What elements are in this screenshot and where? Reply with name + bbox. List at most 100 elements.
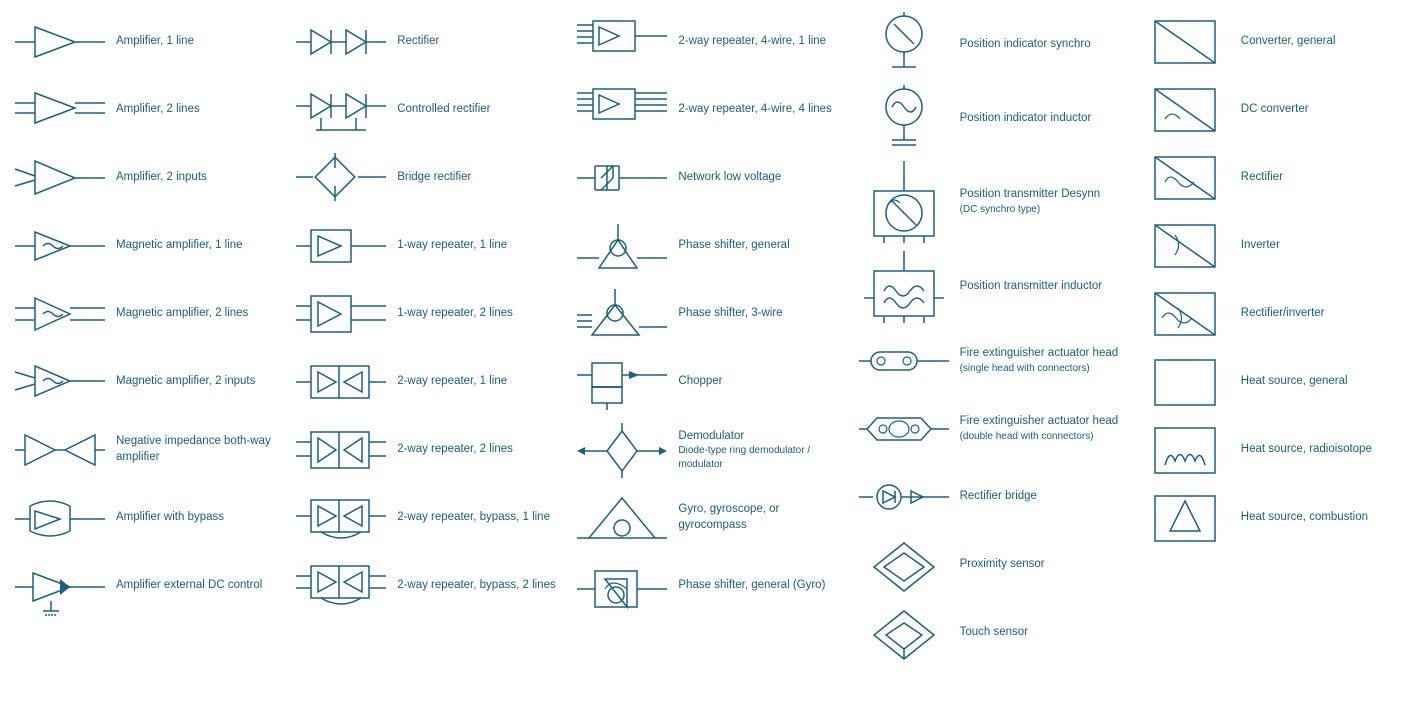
- symbol-fireexthead2: [854, 408, 954, 450]
- item-magamp1: Magnetic amplifier, 1 line: [4, 212, 285, 280]
- item-inverter: Inverter: [1129, 212, 1410, 280]
- symbol-rect5: [1135, 152, 1235, 204]
- label-gyro: Gyro, gyroscope, or gyrocompass: [672, 502, 841, 533]
- symbol-heatsourceradio: [1135, 423, 1235, 478]
- label-dcconverter: DC converter: [1235, 102, 1404, 118]
- item-oneway1line: 1-way repeater, 1 line: [285, 212, 566, 280]
- symbol-posinductor: [854, 85, 954, 153]
- item-amp2inputs: Amplifier, 2 inputs: [4, 144, 285, 212]
- label-twowaybypass1: 2-way repeater, bypass, 1 line: [391, 510, 560, 526]
- item-dcconverter: DC converter: [1129, 76, 1410, 144]
- symbol-contrectifier: [291, 86, 391, 134]
- item-magamp2lines: Magnetic amplifier, 2 lines: [4, 280, 285, 348]
- label-heatsourcegen: Heat source, general: [1235, 374, 1404, 390]
- label-phasegyro: Phase shifter, general (Gyro): [672, 578, 841, 594]
- symbol-postransdesynn: [854, 161, 954, 243]
- symbol-ampbypass: [10, 491, 110, 546]
- symbol-netlowvolt: [572, 152, 672, 204]
- label-rectinverter: Rectifier/inverter: [1235, 306, 1404, 322]
- label-twowaybypass2: 2-way repeater, bypass, 2 lines: [391, 578, 560, 594]
- item-bridgerect: Bridge rectifier: [285, 144, 566, 212]
- item-ampextdc: Amplifier external DC control: [4, 552, 285, 620]
- item-contrectifier: Controlled rectifier: [285, 76, 566, 144]
- label-contrectifier: Controlled rectifier: [391, 102, 560, 118]
- label-inverter: Inverter: [1235, 238, 1404, 254]
- label-rep4w1l: 2-way repeater, 4-wire, 1 line: [672, 34, 841, 50]
- symbol-rectbridge: [854, 476, 954, 518]
- symbol-touchsensor: [854, 607, 954, 659]
- item-amp1: Amplifier, 1 line: [4, 8, 285, 76]
- label-postransdesynn: Position transmitter Desynn (DC synchro …: [954, 187, 1123, 216]
- item-rectinverter: Rectifier/inverter: [1129, 280, 1410, 348]
- item-postransinductor: Position transmitter inductor: [848, 247, 1129, 327]
- item-fireexthead1: Fire extinguisher actuator head (single …: [848, 327, 1129, 395]
- item-oneway2lines: 1-way repeater, 2 lines: [285, 280, 566, 348]
- symbol-possynchro: [854, 12, 954, 77]
- symbol-oneway1line: [291, 222, 391, 270]
- item-amp2lines: Amplifier, 2 lines: [4, 76, 285, 144]
- symbol-rep4w1l: [572, 15, 672, 70]
- symbol-phasegen: [572, 220, 672, 272]
- item-twowaybypass2: 2-way repeater, bypass, 2 lines: [285, 552, 566, 620]
- label-ampbypass: Amplifier with bypass: [110, 510, 279, 526]
- symbol-gyro: [572, 492, 672, 544]
- label-phase3wire: Phase shifter, 3-wire: [672, 306, 841, 322]
- symbol-proxsensor: [854, 539, 954, 591]
- label-negimpedance: Negative impedance both-way amplifier: [110, 434, 279, 465]
- item-chopper: Chopper: [566, 348, 847, 416]
- symbol-twowaybypass1: [291, 492, 391, 544]
- symbol-twowaybypass2: [291, 558, 391, 614]
- label-magamp2lines: Magnetic amplifier, 2 lines: [110, 306, 279, 322]
- label-heatsourcecomb: Heat source, combustion: [1235, 510, 1404, 526]
- label-fireexthead1: Fire extinguisher actuator head (single …: [954, 346, 1123, 375]
- label-amp2lines: Amplifier, 2 lines: [110, 102, 279, 118]
- item-negimpedance: Negative impedance both-way amplifier: [4, 416, 285, 484]
- symbol-phase3wire: [572, 285, 672, 343]
- item-fireexthead2: Fire extinguisher actuator head (double …: [848, 395, 1129, 463]
- label-magamp1: Magnetic amplifier, 1 line: [110, 238, 279, 254]
- item-heatsourcegen: Heat source, general: [1129, 348, 1410, 416]
- item-phasegyro: Phase shifter, general (Gyro): [566, 552, 847, 620]
- item-twowaybypass1: 2-way repeater, bypass, 1 line: [285, 484, 566, 552]
- symbol-rep4w4l: [572, 83, 672, 138]
- item-magamp2inputs: Magnetic amplifier, 2 inputs: [4, 348, 285, 416]
- symbol-heatsourcecomb: [1135, 491, 1235, 546]
- symbol-dcconverter: [1135, 84, 1235, 136]
- label-twoway2lines: 2-way repeater, 2 lines: [391, 442, 560, 458]
- main-grid: Amplifier, 1 line Amplifier, 2 lines: [0, 0, 1414, 675]
- label-heatsourceradio: Heat source, radioisotope: [1235, 442, 1404, 458]
- column-5: Converter, general DC converter Rect: [1129, 8, 1410, 667]
- item-posinductor: Position indicator inductor: [848, 81, 1129, 157]
- item-proxsensor: Proximity sensor: [848, 531, 1129, 599]
- column-3: 2-way repeater, 4-wire, 1 line 2-way rep…: [566, 8, 847, 667]
- symbol-twoway1line: [291, 358, 391, 406]
- item-rect5: Rectifier: [1129, 144, 1410, 212]
- label-fireexthead2-sub: (double head with connectors): [960, 430, 1123, 444]
- symbol-magamp2lines: [10, 292, 110, 337]
- column-2: Rectifier Controlled rectifier: [285, 8, 566, 667]
- symbol-amp1: [10, 22, 110, 62]
- symbol-amp2lines: [10, 88, 110, 133]
- item-convertergen: Converter, general: [1129, 8, 1410, 76]
- label-phasegen: Phase shifter, general: [672, 238, 841, 254]
- item-demod: Demodulator Diode-type ring demodulator …: [566, 416, 847, 484]
- label-chopper: Chopper: [672, 374, 841, 390]
- column-4: Position indicator synchro Position indi…: [848, 8, 1129, 667]
- label-demod-sub: Diode-type ring demodulator / modulator: [678, 444, 841, 471]
- symbol-ampextdc: [10, 559, 110, 614]
- item-postransdesynn: Position transmitter Desynn (DC synchro …: [848, 157, 1129, 247]
- label-touchsensor: Touch sensor: [954, 625, 1123, 641]
- symbol-fireexthead1: [854, 342, 954, 380]
- label-possynchro: Position indicator synchro: [954, 37, 1123, 53]
- item-rep4w4l: 2-way repeater, 4-wire, 4 lines: [566, 76, 847, 144]
- symbol-magamp1: [10, 224, 110, 269]
- item-twoway2lines: 2-way repeater, 2 lines: [285, 416, 566, 484]
- item-gyro: Gyro, gyroscope, or gyrocompass: [566, 484, 847, 552]
- label-proxsensor: Proximity sensor: [954, 557, 1123, 573]
- label-fireexthead2: Fire extinguisher actuator head (double …: [954, 414, 1123, 443]
- label-posinductor: Position indicator inductor: [954, 111, 1123, 127]
- label-convertergen: Converter, general: [1235, 34, 1404, 50]
- label-rectbridge: Rectifier bridge: [954, 489, 1123, 505]
- label-amp1: Amplifier, 1 line: [110, 34, 279, 50]
- label-ampextdc: Amplifier external DC control: [110, 578, 279, 594]
